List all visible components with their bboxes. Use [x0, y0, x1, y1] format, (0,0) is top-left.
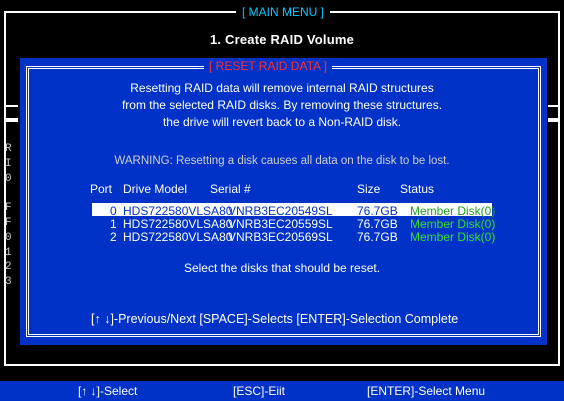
cell-size: 76.7GB: [357, 230, 398, 244]
cell-size: 76.7GB: [357, 217, 398, 231]
cell-port: 2: [110, 230, 117, 244]
disk-row[interactable]: 0 HDS722580VLSA80 VNRB3EC20549SL 76.7GB …: [0, 204, 564, 218]
dialog-text-line1: Resetting RAID data will remove internal…: [130, 81, 434, 95]
menu-item-create-raid-volume[interactable]: 1. Create RAID Volume: [0, 32, 564, 48]
select-note: Select the disks that should be reset.: [183, 261, 381, 275]
col-size: Size: [357, 182, 381, 196]
cell-model: HDS722580VLSA80: [123, 230, 233, 244]
dialog-text-line2: from the selected RAID disks. By removin…: [121, 98, 443, 112]
side-letter: 3: [5, 276, 12, 289]
col-serial: Serial #: [210, 182, 251, 196]
side-letter: 1: [5, 246, 12, 259]
cell-status: Member Disk(0): [410, 204, 496, 218]
dialog-key-hints: [↑ ↓]-Previous/Next [SPACE]-Selects [ENT…: [88, 312, 462, 326]
cell-serial: VNRB3EC20569SL: [228, 230, 333, 244]
cell-size: 76.7GB: [357, 204, 398, 218]
hint-select-menu: [ENTER]-Select Menu: [367, 384, 486, 398]
col-drive-model: Drive Model: [123, 182, 188, 196]
hint-select: [↑ ↓]-Select: [78, 384, 138, 398]
main-menu-title: [ MAIN MENU ]: [236, 4, 331, 20]
warning-text: WARNING: Resetting a disk causes all dat…: [114, 155, 450, 167]
dialog-title: [ RESET RAID DATA ]: [204, 59, 333, 74]
col-status: Status: [400, 182, 435, 196]
disk-row[interactable]: 2 HDS722580VLSA80 VNRB3EC20569SL 76.7GB …: [0, 230, 564, 244]
cell-status: Member Disk(0): [410, 217, 496, 231]
cell-model: HDS722580VLSA80: [123, 217, 233, 231]
dialog-text-line3: the drive will revert back to a Non-RAID…: [162, 115, 402, 129]
cell-port: 1: [110, 217, 117, 231]
cell-model: HDS722580VLSA80: [123, 204, 233, 218]
disk-row[interactable]: 1 HDS722580VLSA80 VNRB3EC20559SL 76.7GB …: [0, 217, 564, 231]
cell-port: 0: [110, 204, 117, 218]
hint-exit: [ESC]-Eiit: [233, 384, 286, 398]
side-letter: 0: [5, 172, 12, 185]
cell-serial: VNRB3EC20559SL: [228, 217, 333, 231]
cell-status: Member Disk(0): [410, 230, 496, 244]
cell-serial: VNRB3EC20549SL: [228, 204, 333, 218]
side-letter: [5, 186, 17, 201]
col-port: Port: [90, 182, 113, 196]
